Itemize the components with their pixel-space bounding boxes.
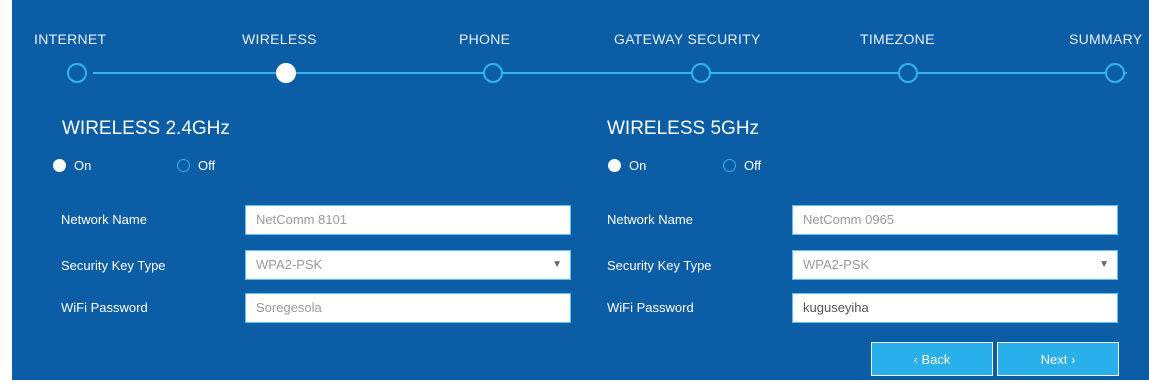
radio-checked-icon	[608, 159, 621, 172]
next-button[interactable]: Next ›	[997, 342, 1119, 376]
step-timezone[interactable]: TIMEZONE	[860, 31, 935, 47]
step-dot-timezone[interactable]	[898, 63, 918, 83]
wireless-24-wifi-password-label: WiFi Password	[61, 300, 148, 315]
dropdown-arrow-icon: ▼	[552, 259, 562, 270]
wireless-5-network-name-label: Network Name	[607, 212, 693, 227]
wireless-24-on-label: On	[74, 158, 92, 173]
setup-wizard-panel: INTERNET WIRELESS PHONE GATEWAY SECURITY…	[12, 0, 1149, 380]
wireless-24-security-key-type-value: WPA2-PSK	[256, 257, 323, 272]
radio-unchecked-icon	[177, 159, 190, 172]
wireless-24-wifi-password-input[interactable]: Soregesola	[245, 293, 571, 323]
wireless-5-title: WIRELESS 5GHz	[607, 118, 760, 139]
step-dot-gateway-security[interactable]	[691, 63, 711, 83]
step-summary[interactable]: SUMMARY	[1069, 31, 1142, 47]
back-button[interactable]: ‹ Back	[871, 342, 993, 376]
wireless-5-off-radio[interactable]: Off	[723, 158, 761, 173]
step-dot-wireless[interactable]	[276, 63, 296, 83]
wireless-5-wifi-password-input[interactable]: kuguseyiha	[792, 293, 1118, 323]
step-dot-internet[interactable]	[67, 63, 87, 83]
wireless-24-off-radio[interactable]: Off	[177, 158, 215, 173]
wireless-5-security-key-type-value: WPA2-PSK	[803, 257, 870, 272]
wireless-5-on-label: On	[629, 158, 647, 173]
wireless-24-security-key-type-label: Security Key Type	[61, 258, 166, 273]
wireless-24-network-name-input[interactable]: NetComm 8101	[245, 205, 571, 235]
stepper-line	[93, 72, 1127, 74]
wireless-5-network-name-input[interactable]: NetComm 0965	[792, 205, 1118, 235]
dropdown-arrow-icon: ▼	[1099, 259, 1109, 270]
wireless-24-title: WIRELESS 2.4GHz	[62, 118, 230, 139]
wireless-5-wifi-password-label: WiFi Password	[607, 300, 694, 315]
wireless-24-security-key-type-select[interactable]: WPA2-PSK ▼	[245, 250, 571, 280]
wireless-5-security-key-type-select[interactable]: WPA2-PSK ▼	[792, 250, 1118, 280]
step-dot-summary[interactable]	[1105, 63, 1125, 83]
radio-unchecked-icon	[723, 159, 736, 172]
wireless-24-on-radio[interactable]: On	[53, 158, 91, 173]
wireless-24-off-label: Off	[198, 158, 216, 173]
wireless-5-off-label: Off	[744, 158, 762, 173]
step-gateway-security[interactable]: GATEWAY SECURITY	[614, 31, 761, 47]
wireless-5-security-key-type-label: Security Key Type	[607, 258, 712, 273]
step-internet[interactable]: INTERNET	[34, 31, 106, 47]
step-wireless[interactable]: WIRELESS	[242, 31, 317, 47]
step-dot-phone[interactable]	[483, 63, 503, 83]
wireless-24-network-name-label: Network Name	[61, 212, 147, 227]
radio-checked-icon	[53, 159, 66, 172]
step-phone[interactable]: PHONE	[459, 31, 510, 47]
wireless-5-on-radio[interactable]: On	[608, 158, 646, 173]
